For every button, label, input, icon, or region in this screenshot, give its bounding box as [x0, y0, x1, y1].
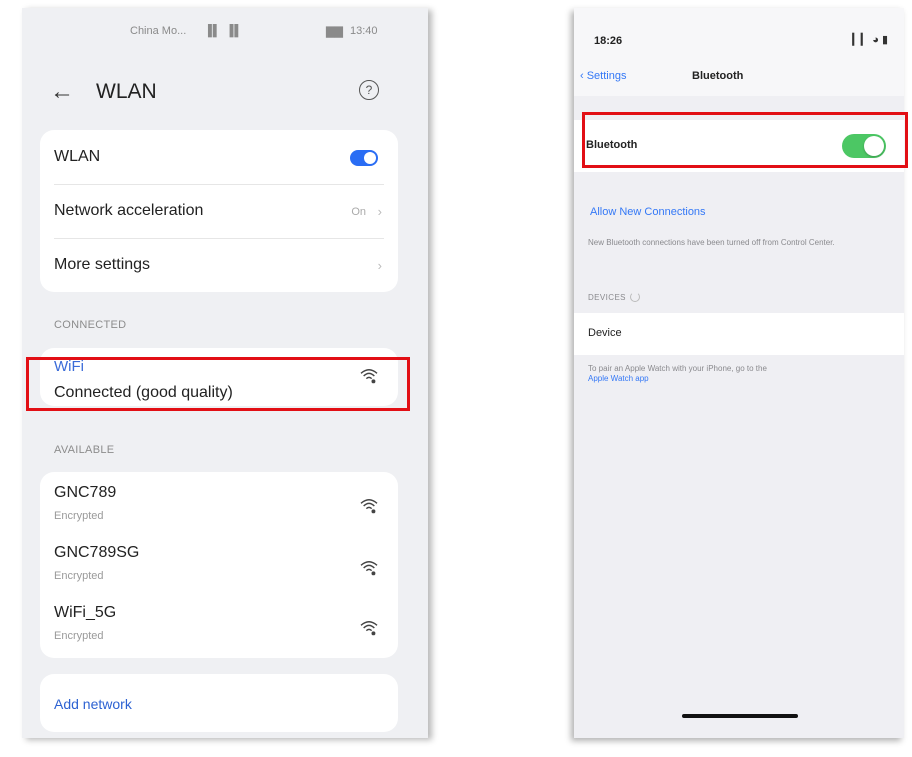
network-status: Encrypted: [54, 630, 104, 642]
network-acceleration-label: Network acceleration: [54, 202, 204, 219]
available-networks-card: GNC789 Encrypted GNC789SG Encrypted WiFi…: [40, 472, 398, 658]
chevron-right-icon: ›: [377, 258, 382, 273]
network-row[interactable]: GNC789 Encrypted: [40, 472, 398, 532]
allow-new-connections-link[interactable]: Allow New Connections: [590, 206, 706, 218]
home-indicator: [682, 714, 798, 718]
page-title: Bluetooth: [692, 70, 744, 82]
status-bar: China Mo... ▐▌ ▐▌ ▇▇ 13:40: [22, 22, 428, 42]
add-network-row[interactable]: Add network: [40, 674, 398, 732]
wifi-signal-icon: [360, 561, 378, 576]
network-row[interactable]: WiFi_5G Encrypted: [40, 592, 398, 652]
more-settings-row[interactable]: More settings ›: [40, 238, 398, 292]
device-label: Device: [588, 327, 622, 339]
chevron-right-icon: ›: [377, 204, 382, 219]
back-to-settings-button[interactable]: ‹ Settings: [580, 70, 626, 82]
network-acceleration-value: On: [351, 206, 366, 218]
signal-icon: ▐▌ ▐▌: [204, 25, 244, 37]
add-network-button[interactable]: Add network: [54, 696, 132, 712]
network-status: Encrypted: [54, 570, 104, 582]
network-name: GNC789: [54, 484, 117, 501]
network-row[interactable]: GNC789SG Encrypted: [40, 532, 398, 592]
carrier-label: China Mo...: [130, 25, 187, 37]
help-icon[interactable]: ?: [359, 80, 379, 100]
apple-watch-note: To pair an Apple Watch with your iPhone,…: [588, 364, 767, 373]
more-settings-label: More settings: [54, 256, 151, 273]
device-row[interactable]: Device: [574, 313, 904, 355]
back-arrow-icon[interactable]: ←: [50, 78, 74, 106]
status-time: 13:40: [350, 25, 378, 37]
wifi-signal-icon: [360, 499, 378, 514]
available-section-header: AVAILABLE: [54, 444, 115, 456]
status-time: 18:26: [594, 35, 623, 47]
navigation-bar: 18:26 ▎▎ ◕ ▮ ‹ Settings Bluetooth: [574, 8, 904, 96]
bluetooth-note: New Bluetooth connections have been turn…: [588, 238, 835, 247]
loading-spinner-icon: [630, 292, 640, 302]
network-status: Encrypted: [54, 510, 104, 522]
wlan-label: WLAN: [54, 148, 101, 165]
network-name: GNC789SG: [54, 544, 140, 561]
connected-section-header: CONNECTED: [54, 319, 127, 331]
wifi-signal-icon: [360, 621, 378, 636]
title-bar: ← WLAN ?: [22, 78, 428, 114]
bluetooth-row-highlight: [582, 112, 908, 168]
network-acceleration-row[interactable]: Network acceleration On ›: [40, 184, 398, 238]
wlan-row[interactable]: WLAN: [40, 130, 398, 184]
page-title: WLAN: [96, 80, 157, 103]
devices-section-header: DEVICES: [588, 293, 626, 302]
wlan-toggle[interactable]: [350, 150, 378, 166]
settings-card: WLAN Network acceleration On › More sett…: [40, 130, 398, 292]
connected-wifi-highlight: [26, 357, 410, 411]
status-icons: ▎▎ ◕ ▮: [852, 34, 888, 46]
battery-icon: ▇▇: [326, 26, 343, 38]
apple-watch-app-link[interactable]: Apple Watch app: [588, 374, 649, 383]
network-name: WiFi_5G: [54, 604, 117, 621]
